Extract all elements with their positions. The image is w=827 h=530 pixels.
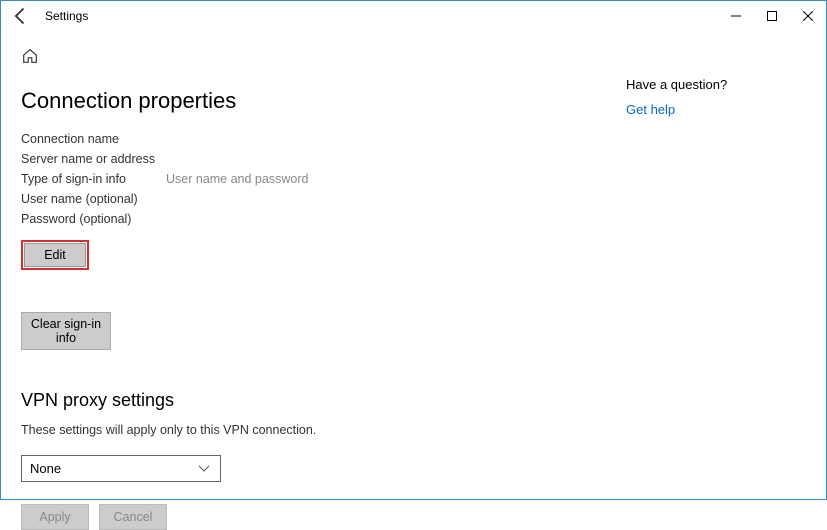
prop-label: Password (optional) — [21, 212, 166, 226]
home-icon[interactable] — [21, 47, 39, 65]
prop-connection-name: Connection name — [21, 132, 521, 146]
window-title: Settings — [45, 9, 88, 23]
prop-server-address: Server name or address — [21, 152, 521, 166]
prop-label: Connection name — [21, 132, 166, 146]
back-button[interactable] — [11, 6, 31, 26]
prop-label: Server name or address — [21, 152, 166, 166]
cancel-button[interactable]: Cancel — [99, 504, 167, 530]
proxy-heading: VPN proxy settings — [21, 390, 521, 411]
minimize-icon — [731, 11, 741, 21]
chevron-down-icon — [198, 461, 210, 476]
main-column: Connection properties Connection name Se… — [21, 47, 521, 530]
window-controls — [718, 1, 826, 31]
proxy-dropdown[interactable]: None — [21, 455, 221, 482]
dropdown-value: None — [30, 461, 61, 476]
edit-button[interactable]: Edit — [24, 243, 86, 267]
content-area: Connection properties Connection name Se… — [1, 31, 826, 530]
home-row — [21, 47, 521, 70]
get-help-link[interactable]: Get help — [626, 102, 796, 117]
side-column: Have a question? Get help — [626, 47, 796, 530]
prop-password: Password (optional) — [21, 212, 521, 226]
titlebar: Settings — [1, 1, 826, 31]
help-heading: Have a question? — [626, 77, 796, 92]
page-heading: Connection properties — [21, 88, 521, 114]
proxy-description: These settings will apply only to this V… — [21, 423, 521, 437]
prop-label: Type of sign-in info — [21, 172, 166, 186]
close-icon — [803, 11, 813, 21]
close-button[interactable] — [790, 1, 826, 31]
clear-signin-button[interactable]: Clear sign-in info — [21, 312, 111, 350]
prop-username: User name (optional) — [21, 192, 521, 206]
maximize-icon — [767, 11, 777, 21]
maximize-button[interactable] — [754, 1, 790, 31]
minimize-button[interactable] — [718, 1, 754, 31]
arrow-left-icon — [11, 6, 31, 26]
prop-label: User name (optional) — [21, 192, 166, 206]
edit-highlight: Edit — [21, 240, 89, 270]
prop-value: User name and password — [166, 172, 308, 186]
action-row: Apply Cancel — [21, 504, 521, 530]
titlebar-left: Settings — [11, 6, 88, 26]
apply-button[interactable]: Apply — [21, 504, 89, 530]
prop-signin-type: Type of sign-in info User name and passw… — [21, 172, 521, 186]
